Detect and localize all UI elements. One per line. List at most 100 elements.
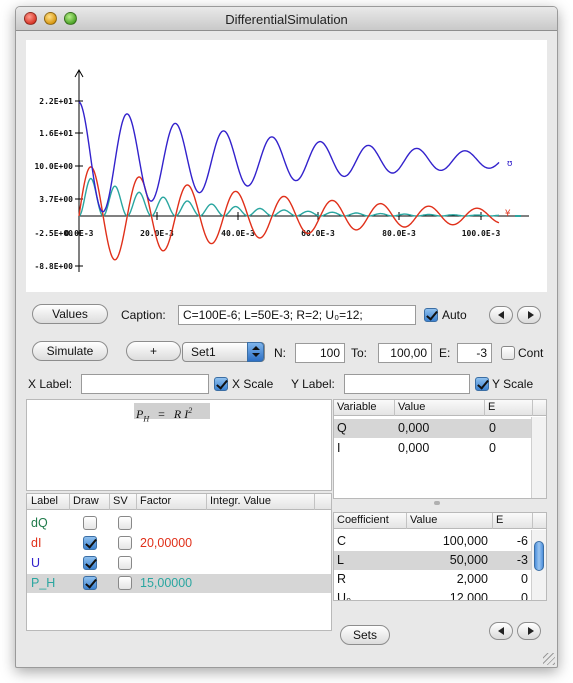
n-label: N: — [274, 346, 286, 360]
coefficient-value[interactable]: 12,000 — [450, 591, 488, 600]
sv-checkbox[interactable] — [118, 536, 132, 550]
coefficient-name: R — [337, 572, 347, 586]
col-draw-header: Draw — [73, 495, 99, 507]
y-scale-label: Y Scale — [492, 377, 534, 391]
series-factor[interactable]: 15,00000 — [140, 576, 192, 590]
caption-field[interactable]: C=100E-6; L=50E-3; R=2; U₀=12; — [178, 305, 416, 325]
coefficient-e[interactable]: 0 — [521, 572, 528, 586]
add-button[interactable]: + — [126, 341, 181, 361]
table-row[interactable]: Q 0,000 0 — [334, 419, 532, 438]
set-select-value: Set1 — [191, 345, 216, 359]
series-u-end-marker: ʊ — [507, 159, 512, 169]
draw-checkbox[interactable] — [83, 576, 97, 590]
col-coef-e-header: E — [496, 514, 504, 526]
draw-checkbox[interactable] — [83, 536, 97, 550]
variable-value[interactable]: 0,000 — [398, 441, 429, 455]
sets-next-arrow-button[interactable] — [517, 622, 541, 640]
table-row[interactable]: U₀ 12,000 0 — [334, 589, 532, 601]
col-integr-header: Integr. Value — [210, 495, 271, 507]
sets-nav — [489, 622, 545, 640]
coefficient-name: U₀ — [337, 591, 352, 601]
y-label-label: Y Label: — [291, 377, 335, 391]
series-di-end-marker: ¥ — [505, 209, 511, 219]
sets-previous-arrow-button[interactable] — [489, 622, 513, 640]
formula-equals: = — [158, 407, 165, 421]
coefficient-scroll-thumb[interactable] — [534, 541, 544, 571]
x-label-field[interactable] — [81, 374, 209, 394]
series-table-header: Label Draw SV Factor Integr. Value — [27, 494, 331, 510]
coefficient-table-header: Coefficient Value E — [334, 513, 546, 529]
table-splitter[interactable] — [333, 499, 547, 507]
sv-checkbox[interactable] — [118, 556, 132, 570]
set-select[interactable]: Set1 — [182, 342, 265, 362]
series-label: P_H — [31, 576, 56, 590]
to-label: To: — [351, 346, 368, 360]
table-row[interactable]: U — [27, 554, 331, 573]
sets-button[interactable]: Sets — [340, 625, 390, 645]
formula-superscript: 2 — [188, 406, 193, 415]
formula-subscript: H — [143, 414, 150, 424]
to-field[interactable]: 100,00 — [378, 343, 432, 363]
x-tick-label: 100.0E-3 — [462, 229, 501, 238]
table-row[interactable]: dI 20,00000 — [27, 534, 331, 553]
draw-checkbox[interactable] — [83, 516, 97, 530]
x-tick-label: 40.0E-3 — [221, 229, 255, 238]
formula-panel[interactable]: PH = R I2 — [26, 399, 332, 491]
col-coefficient-header: Coefficient — [337, 514, 389, 526]
draw-checkbox[interactable] — [83, 556, 97, 570]
x-scale-label: X Scale — [232, 377, 274, 391]
x-tick-label: 80.0E-3 — [382, 229, 416, 238]
x-tick-label: 20.0E-3 — [140, 229, 174, 238]
variable-name: I — [337, 441, 341, 455]
table-row[interactable]: P_H 15,00000 — [27, 574, 331, 593]
table-row[interactable]: L 50,000 -3 — [334, 551, 532, 570]
e-label: E: — [439, 346, 451, 360]
variable-value[interactable]: 0,000 — [398, 421, 429, 435]
window-title: DifferentialSimulation — [225, 12, 348, 27]
sv-checkbox[interactable] — [118, 516, 132, 530]
plot-area: 2.2E+01 1.6E+01 10.0E+00 3.7E+00 -2.5E+00 -8.… — [26, 40, 547, 292]
previous-arrow-button[interactable] — [489, 306, 513, 324]
formula-rhs: R I — [173, 407, 189, 421]
variable-e[interactable]: 0 — [489, 441, 496, 455]
y-tick-label: 10.0E+00 — [34, 162, 73, 171]
x-scale-checkbox[interactable] — [214, 377, 228, 391]
e-field[interactable]: -3 — [457, 343, 492, 363]
auto-checkbox[interactable] — [424, 308, 438, 322]
series-factor[interactable]: 20,00000 — [140, 536, 192, 550]
cont-checkbox[interactable] — [501, 346, 515, 360]
coefficient-value[interactable]: 2,000 — [457, 572, 488, 586]
col-sv-header: SV — [113, 495, 128, 507]
table-row[interactable]: I 0,000 0 — [334, 439, 532, 458]
variable-scrollbar[interactable] — [531, 417, 546, 498]
coefficient-name: L — [337, 553, 344, 567]
app-window: DifferentialSimulation 2.2E+01 1.6E+01 10.… — [15, 6, 558, 668]
coefficient-e[interactable]: -6 — [517, 534, 528, 548]
title-bar: DifferentialSimulation — [16, 7, 557, 31]
n-field[interactable]: 100 — [295, 343, 345, 363]
series-label: dQ — [31, 516, 48, 530]
col-e-header: E — [488, 401, 496, 413]
coefficient-value[interactable]: 100,000 — [443, 534, 488, 548]
col-variable-header: Variable — [337, 401, 377, 413]
series-label: U — [31, 556, 41, 570]
col-coef-value-header: Value — [410, 514, 438, 526]
table-row[interactable]: C 100,000 -6 — [334, 532, 532, 551]
variable-e[interactable]: 0 — [489, 421, 496, 435]
coefficient-scrollbar[interactable] — [531, 530, 546, 600]
values-button[interactable]: Values — [32, 304, 108, 324]
col-value-header: Value — [398, 401, 426, 413]
next-arrow-button[interactable] — [517, 306, 541, 324]
coefficient-value[interactable]: 50,000 — [450, 553, 488, 567]
table-row[interactable]: dQ — [27, 514, 331, 533]
simulate-button[interactable]: Simulate — [32, 341, 108, 361]
sv-checkbox[interactable] — [118, 576, 132, 590]
coefficient-e[interactable]: 0 — [521, 591, 528, 600]
y-scale-checkbox[interactable] — [475, 377, 489, 391]
x-label-label: X Label: — [28, 377, 73, 391]
table-row[interactable]: R 2,000 0 — [334, 570, 532, 589]
y-label-field[interactable] — [344, 374, 470, 394]
coefficient-name: C — [337, 534, 347, 548]
resize-grip-icon[interactable] — [543, 653, 555, 665]
coefficient-e[interactable]: -3 — [517, 553, 528, 567]
